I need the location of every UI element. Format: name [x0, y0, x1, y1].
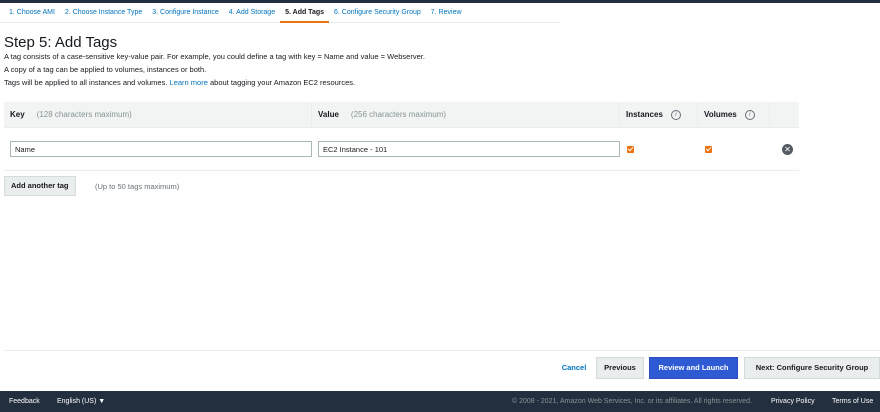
description-line-1: A tag consists of a case-sensitive key-v… [4, 52, 425, 61]
console-footer: Feedback English (US) ▼ © 2008 - 2021, A… [0, 391, 880, 412]
description-text: Tags will be applied to all instances an… [4, 78, 168, 87]
volumes-checkbox[interactable] [705, 146, 712, 153]
key-header-hint: (128 characters maximum) [36, 110, 132, 119]
learn-more-link[interactable]: Learn more [170, 78, 208, 87]
instances-checkbox[interactable] [627, 146, 634, 153]
description-line-3: Tags will be applied to all instances an… [4, 78, 355, 87]
wizard-step-review[interactable]: 7. Review [426, 3, 467, 23]
description-line-2: A copy of a tag can be applied to volume… [4, 65, 207, 74]
column-header-actions [770, 102, 799, 128]
feedback-link[interactable]: Feedback [9, 398, 40, 405]
cancel-button[interactable]: Cancel [556, 357, 592, 379]
description-text-end: about tagging your Amazon EC2 resources. [209, 78, 356, 87]
column-header-value: Value (256 characters maximum) [312, 101, 620, 128]
column-header-key: Key (128 characters maximum) [4, 101, 312, 128]
tags-table: Key (128 characters maximum) Value (256 … [4, 101, 799, 171]
language-selector[interactable]: English (US) ▼ [57, 398, 105, 405]
volumes-header-label: Volumes [704, 110, 737, 119]
column-header-instances: Instances i [620, 101, 698, 128]
review-and-launch-button[interactable]: Review and Launch [649, 357, 738, 379]
page-title: Step 5: Add Tags [4, 34, 118, 51]
value-header-label: Value [318, 110, 339, 119]
wizard-step-choose-ami[interactable]: 1. Choose AMI [4, 3, 60, 23]
tag-value-input[interactable] [318, 141, 620, 157]
remove-tag-icon[interactable]: ✕ [782, 144, 793, 155]
privacy-policy-link[interactable]: Privacy Policy [771, 398, 815, 405]
table-header: Key (128 characters maximum) Value (256 … [4, 101, 799, 128]
tag-key-input[interactable] [10, 141, 312, 157]
wizard-step-configure-security-group[interactable]: 6. Configure Security Group [329, 3, 426, 23]
footer-divider [4, 350, 880, 351]
add-another-tag-button[interactable]: Add another tag [4, 176, 76, 196]
add-tag-hint: (Up to 50 tags maximum) [95, 182, 180, 191]
terms-of-use-link[interactable]: Terms of Use [832, 398, 873, 405]
wizard-step-add-storage[interactable]: 4. Add Storage [224, 3, 280, 23]
next-configure-security-group-button[interactable]: Next: Configure Security Group [744, 357, 880, 379]
info-icon[interactable]: i [744, 109, 755, 120]
previous-button[interactable]: Previous [596, 357, 644, 379]
wizard-step-choose-instance-type[interactable]: 2. Choose Instance Type [60, 3, 147, 23]
instances-header-label: Instances [626, 110, 663, 119]
info-icon[interactable]: i [670, 109, 681, 120]
wizard-step-add-tags[interactable]: 5. Add Tags [280, 3, 330, 23]
copyright-text: © 2008 - 2021, Amazon Web Services, Inc.… [512, 398, 752, 405]
wizard-step-configure-instance[interactable]: 3. Configure Instance [147, 3, 224, 23]
key-header-label: Key [10, 110, 25, 119]
column-header-volumes: Volumes i [698, 101, 770, 128]
value-header-hint: (256 characters maximum) [350, 110, 447, 119]
wizard-steps: 1. Choose AMI 2. Choose Instance Type 3.… [0, 3, 560, 23]
